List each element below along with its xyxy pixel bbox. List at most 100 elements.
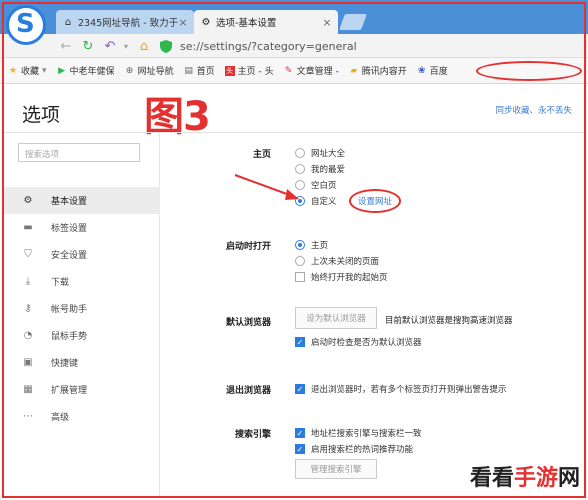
sidebar-item-label: 基本设置 [51, 197, 88, 207]
bookmark-label: 百度 [429, 67, 448, 77]
sidebar-item-extensions[interactable]: ▦ 扩展管理 [4, 376, 160, 403]
checkbox[interactable]: ✓ [295, 337, 305, 347]
key-icon: ⚷ [24, 303, 32, 314]
sidebar-item-advanced[interactable]: ⋯ 高级 [4, 403, 160, 430]
bookmark-item[interactable]: ▶ 中老年健保 [57, 64, 114, 78]
more-icon: ⋯ [23, 411, 33, 422]
option-label: 主页 [311, 241, 329, 251]
sidebar-item-shortcuts[interactable]: ▣ 快捷键 [4, 349, 160, 376]
tab-2345[interactable]: ⌂ 2345网址导航 - 致力于 × [56, 10, 194, 34]
home-icon[interactable]: ⌂ [136, 38, 152, 54]
checkbox[interactable]: ✓ [295, 384, 305, 394]
sidebar-nav: ⚙ 基本设置 ▬ 标签设置 ⛉ 安全设置 ⤓ 下载 ⚷ 帐号助手 ◔ 鼠标手势 ▣ 快捷键 ▦… [4, 187, 160, 430]
bookmark-item[interactable]: ▰ 腾讯内容开 [349, 64, 407, 78]
folder-icon: ▰ [350, 65, 358, 76]
new-tab-button[interactable] [339, 14, 367, 30]
option-label: 空白页 [311, 181, 337, 191]
browser-logo-icon[interactable]: S [6, 5, 46, 45]
keyboard-icon: ▣ [23, 357, 33, 368]
checkbox-exit-warning[interactable]: ✓ 退出浏览器时，若有多个标签页打开则弹出警告提示 [295, 383, 507, 395]
checkbox[interactable] [295, 272, 305, 282]
option-label: 地址栏搜索引擎与搜索栏一致 [311, 429, 422, 439]
back-icon[interactable]: ← [58, 38, 74, 54]
watermark-logo: 看看 手游 网 [470, 460, 580, 492]
default-browser-status: 目前默认浏览器是搜狗高速浏览器 [385, 316, 513, 326]
bookmark-item[interactable]: ▤ 首页 [184, 64, 215, 78]
article-icon: ✎ [284, 65, 293, 76]
star-icon: ★ [8, 65, 18, 76]
sidebar-item-download[interactable]: ⤓ 下载 [4, 268, 160, 295]
home-icon: ⌂ [64, 16, 72, 28]
sidebar: 搜索选项 ⚙ 基本设置 ▬ 标签设置 ⛉ 安全设置 ⤓ 下载 ⚷ 帐号助手 ◔ 鼠标手势 ▣… [4, 133, 160, 496]
annotation-arrow [234, 174, 299, 200]
tab-label: 选项-基本设置 [216, 18, 277, 29]
refresh-icon[interactable]: ↻ [80, 38, 96, 54]
radio-button[interactable] [295, 240, 305, 250]
search-input[interactable]: 搜索选项 [18, 143, 140, 162]
radio-homepage-option[interactable]: 网址大全 [295, 147, 345, 159]
set-url-link[interactable]: 设置网址 [349, 189, 401, 213]
sidebar-item-label: 快捷键 [51, 359, 79, 369]
bookmark-label: 腾讯内容开 [361, 67, 407, 77]
sidebar-item-label: 标签设置 [51, 224, 88, 234]
sidebar-item-label: 下载 [51, 278, 70, 288]
bookmark-item[interactable]: ⊕ 网址导航 [125, 64, 174, 78]
checkbox-check-default[interactable]: ✓ 启动时检查是否为默认浏览器 [295, 336, 422, 348]
checkbox-startup-page[interactable]: 始终打开我的起始页 [295, 271, 388, 283]
settings-content: 主页 网址大全 我的最爱 空白页 自定义 设置网址 启动时打开 主页 上次未关闭… [161, 133, 584, 496]
gear-icon: ⚙ [201, 16, 211, 28]
extension-icon: ▦ [23, 384, 33, 395]
undo-icon[interactable]: ↶ [102, 38, 118, 54]
sidebar-item-basic[interactable]: ⚙ 基本设置 [4, 187, 160, 214]
checkbox[interactable]: ✓ [295, 428, 305, 438]
option-label: 自定义 [311, 197, 337, 207]
option-label: 始终打开我的起始页 [311, 273, 388, 283]
sidebar-item-security[interactable]: ⛉ 安全设置 [4, 241, 160, 268]
close-icon[interactable]: × [322, 16, 332, 29]
radio-button[interactable] [295, 256, 305, 266]
checkbox[interactable]: ✓ [295, 444, 305, 454]
page-title: 选项 [22, 104, 61, 126]
annotation-oval [476, 61, 582, 81]
sidebar-item-mouse[interactable]: ◔ 鼠标手势 [4, 322, 160, 349]
bookmark-favorites[interactable]: ★ 收藏 ▾ [8, 64, 47, 78]
baidu-icon: ❀ [417, 65, 426, 76]
bookmark-label: 主页 - 头 [237, 67, 274, 77]
close-icon[interactable]: × [178, 16, 188, 29]
play-icon: ▶ [58, 65, 65, 76]
address-bar[interactable]: se://settings/?category=general [160, 38, 580, 55]
radio-button[interactable] [295, 148, 305, 158]
bookmark-label: 文章管理 - [296, 67, 339, 77]
radio-startup-option[interactable]: 上次未关闭的页面 [295, 255, 379, 267]
section-label-default-browser: 默认浏览器 [225, 318, 271, 328]
tab-icon: ▬ [23, 222, 33, 233]
address-url: se://settings/?category=general [180, 40, 357, 53]
section-label-homepage: 主页 [252, 150, 271, 160]
checkbox-hot-words[interactable]: ✓ 启用搜索栏的热词推荐功能 [295, 443, 413, 455]
checkbox-search-sync[interactable]: ✓ 地址栏搜索引擎与搜索栏一致 [295, 427, 422, 439]
shield-icon [160, 40, 172, 53]
option-label: 网址大全 [311, 149, 346, 159]
navigation-bar: ← ↻ ↶ ▾ ⌂ se://settings/?category=genera… [0, 34, 588, 58]
download-icon: ⤓ [25, 276, 31, 287]
option-label: 上次未关闭的页面 [311, 257, 380, 267]
bookmark-label: 首页 [196, 67, 215, 77]
sidebar-item-tabs[interactable]: ▬ 标签设置 [4, 214, 160, 241]
option-label: 我的最爱 [311, 165, 346, 175]
radio-startup-option[interactable]: 主页 [295, 239, 328, 251]
sync-link[interactable]: 同步收藏、永不丢失 [495, 104, 572, 116]
bookmark-item[interactable]: 头主页 - 头 [224, 64, 274, 77]
page-icon: ▤ [184, 65, 193, 76]
sidebar-item-account[interactable]: ⚷ 帐号助手 [4, 295, 160, 322]
manage-search-engines-button[interactable]: 管理搜索引擎 [295, 459, 377, 479]
set-default-browser-button[interactable]: 设为默认浏览器 [295, 307, 377, 329]
sidebar-item-label: 鼠标手势 [51, 332, 88, 342]
tab-settings[interactable]: ⚙ 选项-基本设置 × [194, 10, 338, 34]
option-label: 启动时检查是否为默认浏览器 [311, 338, 422, 348]
tab-label: 2345网址导航 - 致力于 [78, 18, 178, 29]
bookmark-item[interactable]: ❀ 百度 [417, 64, 448, 78]
shield-icon: ⛉ [24, 249, 32, 260]
toutiao-icon: 头 [224, 65, 235, 76]
chevron-down-icon[interactable]: ▾ [118, 38, 134, 54]
bookmark-item[interactable]: ✎ 文章管理 - [284, 64, 339, 78]
